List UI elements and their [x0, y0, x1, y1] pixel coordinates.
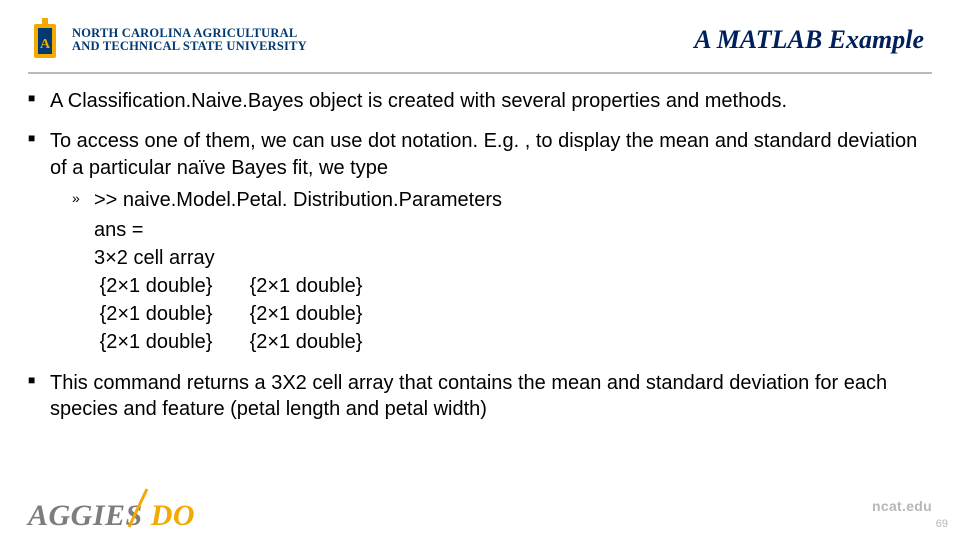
cell-value: {2×1 double}: [100, 328, 250, 356]
university-logo-block: A NORTH CAROLINA AGRICULTURAL AND TECHNI…: [28, 18, 307, 62]
output-line: {2×1 double}{2×1 double}: [94, 272, 932, 300]
bullet-item: A Classification.Naive.Bayes object is c…: [28, 88, 932, 114]
output-line: ans =: [94, 216, 932, 244]
bullet-list: A Classification.Naive.Bayes object is c…: [28, 88, 932, 422]
page-number: 69: [936, 518, 948, 530]
bullet-item: This command returns a 3X2 cell array th…: [28, 370, 932, 423]
code-command: >> naive.Model.Petal. Distribution.Param…: [50, 187, 932, 213]
cell-value: {2×1 double}: [250, 272, 400, 300]
footer-url: ncat.edu: [872, 498, 932, 514]
bullet-item: To access one of them, we can use dot no…: [28, 128, 932, 355]
slide-title: A MATLAB Example: [694, 25, 932, 55]
cell-value: {2×1 double}: [250, 328, 400, 356]
cell-value: {2×1 double}: [250, 300, 400, 328]
svg-text:A: A: [40, 37, 51, 52]
slide-footer: AGGIES DO ncat.edu: [0, 482, 960, 530]
do-text: DO: [151, 499, 195, 533]
slide-body: A Classification.Naive.Bayes object is c…: [28, 74, 932, 422]
sub-bullet-list: >> naive.Model.Petal. Distribution.Param…: [50, 187, 932, 213]
cell-value: {2×1 double}: [100, 300, 250, 328]
output-line: 3×2 cell array: [94, 244, 932, 272]
slash-icon: [121, 485, 155, 531]
bullet-text: To access one of them, we can use dot no…: [50, 130, 917, 178]
aggies-do-logo: AGGIES DO: [28, 479, 195, 533]
university-line2: AND TECHNICAL STATE UNIVERSITY: [72, 40, 307, 53]
slide-header: A NORTH CAROLINA AGRICULTURAL AND TECHNI…: [28, 18, 932, 74]
output-line: {2×1 double}{2×1 double}: [94, 328, 932, 356]
cell-value: {2×1 double}: [100, 272, 250, 300]
slide: A NORTH CAROLINA AGRICULTURAL AND TECHNI…: [0, 0, 960, 540]
code-output: ans = 3×2 cell array {2×1 double}{2×1 do…: [50, 216, 932, 356]
university-name: NORTH CAROLINA AGRICULTURAL AND TECHNICA…: [72, 27, 307, 53]
university-logo-icon: A: [28, 18, 62, 62]
output-line: {2×1 double}{2×1 double}: [94, 300, 932, 328]
